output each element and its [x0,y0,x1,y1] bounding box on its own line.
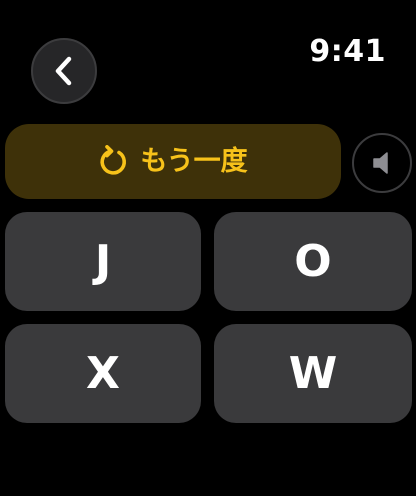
answer-grid: J O X W [5,212,412,423]
answer-tile-o[interactable]: O [214,212,412,311]
answer-tile-j[interactable]: J [5,212,201,311]
chevron-left-icon [55,56,72,86]
replay-button[interactable]: もう一度 [5,124,341,199]
replay-label: もう一度 [140,145,248,177]
back-button[interactable] [31,38,97,104]
replay-icon [100,144,127,175]
answer-tile-w[interactable]: W [214,324,412,423]
answer-tile-x[interactable]: X [5,324,201,423]
speaker-button[interactable] [352,133,412,193]
speaker-icon [373,152,388,174]
status-time: 9:41 [309,34,386,69]
